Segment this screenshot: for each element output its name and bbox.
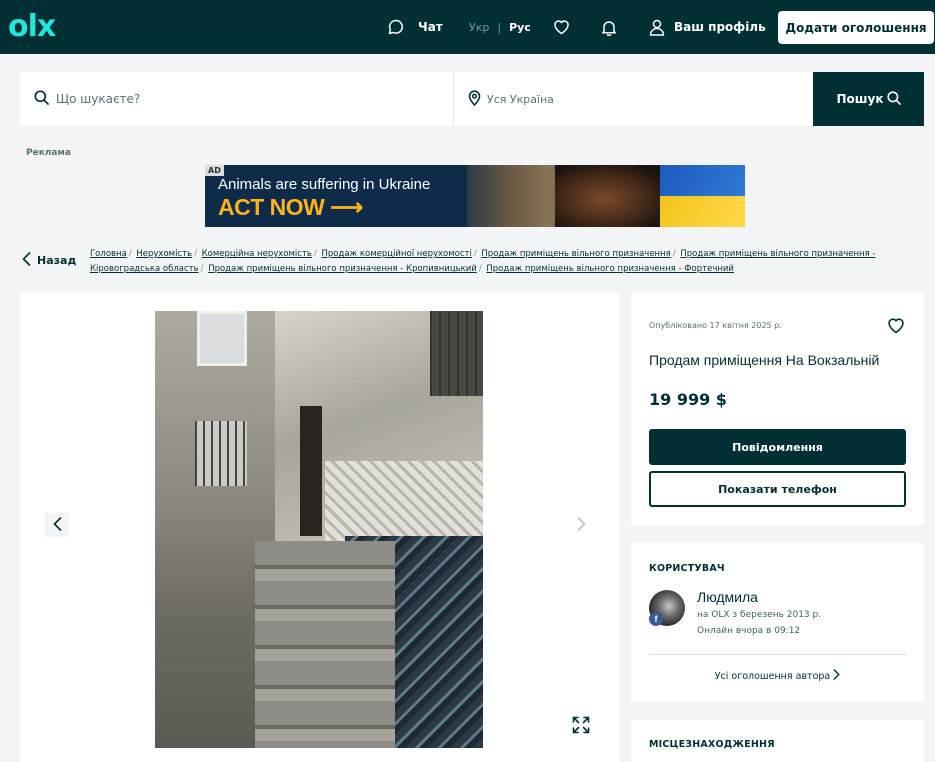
seller-section-title: КОРИСТУВАЧ [649, 563, 725, 574]
ad-label: Реклама [26, 148, 71, 158]
chevron-left-icon [53, 516, 62, 535]
heart-icon [887, 318, 905, 338]
user-icon [649, 19, 665, 36]
search-bar: Що шукаєте? Уся Україна Пошук [20, 72, 924, 126]
bell-icon [601, 19, 617, 36]
ad-tag: AD [205, 165, 224, 176]
photo-window-grille [430, 311, 483, 396]
search-icon [34, 90, 49, 108]
breadcrumb-separator: / [313, 249, 317, 259]
photo-gallery [20, 293, 619, 762]
photo-window [197, 311, 247, 366]
breadcrumb-item[interactable]: Продаж приміщень вільного призначення [481, 249, 670, 259]
language-switcher: Укр | Рус [469, 0, 531, 54]
breadcrumb-item[interactable]: Нерухомість [136, 249, 192, 259]
chat-icon [388, 19, 404, 35]
notifications-link[interactable] [601, 0, 617, 54]
search-icon [886, 90, 901, 108]
breadcrumb-separator: / [200, 264, 204, 274]
published-date: Опубліковано 17 квітня 2025 р. [649, 321, 782, 330]
photo-stairs [255, 541, 395, 748]
breadcrumb-item[interactable]: Продаж комерційної нерухомості [321, 249, 471, 259]
profile-link[interactable]: Ваш профіль [649, 0, 766, 54]
back-label: Назад [37, 254, 77, 267]
location-pin-icon [468, 89, 481, 109]
photo-window-grille [195, 421, 247, 486]
listing-photo[interactable] [155, 311, 483, 748]
location-input[interactable]: Уся Україна [453, 72, 813, 126]
breadcrumb-separator: / [128, 249, 132, 259]
banner-cta: ACT NOW ⟶ [218, 194, 363, 220]
lang-rus[interactable]: Рус [509, 21, 531, 34]
banner-headline: Animals are suffering in Ukraine [218, 176, 431, 193]
breadcrumb-item[interactable]: Продаж приміщень вільного призначення - … [208, 264, 477, 274]
heart-icon [553, 19, 570, 35]
listing-price: 19 999 $ [649, 390, 727, 409]
chat-link[interactable]: Чат [388, 0, 443, 54]
location-section-title: МІСЦЕЗНАХОДЖЕННЯ [649, 739, 775, 750]
prev-photo-button[interactable] [45, 513, 69, 537]
seller-card: КОРИСТУВАЧ f Людмила на OLX з березень 2… [631, 543, 924, 702]
breadcrumb-separator: / [194, 249, 197, 259]
back-link[interactable]: Назад [22, 252, 76, 269]
favorites-link[interactable] [553, 0, 570, 54]
breadcrumb-item[interactable]: Головна [90, 249, 127, 259]
facebook-icon: f [649, 612, 663, 626]
message-button[interactable]: Повідомлення [649, 429, 906, 465]
banner-flag-blue [660, 165, 745, 196]
photo-mosaic [325, 461, 483, 541]
all-seller-ads-link[interactable]: Усі оголошення автора [631, 669, 924, 683]
chevron-right-icon [577, 516, 586, 535]
chevron-right-icon [833, 669, 840, 683]
banner-dog-image [555, 165, 665, 227]
lang-separator: | [497, 20, 502, 34]
seller-member-since: на OLX з березень 2013 р. [697, 610, 822, 620]
breadcrumb-item[interactable]: Продаж приміщень вільного призначення - … [486, 264, 734, 274]
breadcrumb-separator: / [478, 264, 482, 274]
search-button-label: Пошук [836, 92, 884, 106]
listing-info-card: Опубліковано 17 квітня 2025 р. Продам пр… [631, 293, 924, 525]
location-placeholder: Уся Україна [487, 92, 554, 106]
search-input[interactable]: Що шукаєте? [20, 72, 452, 126]
location-card: МІСЦЕЗНАХОДЖЕННЯ [631, 720, 924, 762]
lang-ukr[interactable]: Укр [469, 21, 489, 34]
listing-title: Продам приміщення На Вокзальній [649, 352, 880, 368]
all-ads-label: Усі оголошення автора [714, 670, 831, 682]
chevron-left-icon [22, 252, 31, 269]
breadcrumb-item[interactable]: Комерційна нерухомість [202, 249, 312, 259]
divider [649, 654, 906, 655]
favorite-button[interactable] [887, 317, 905, 338]
profile-label: Ваш профіль [674, 20, 766, 34]
photo-door [300, 406, 322, 536]
next-photo-button[interactable] [569, 513, 593, 537]
add-listing-button[interactable]: Додати оголошення [778, 11, 934, 44]
banner-flag-yellow [660, 196, 745, 227]
seller-name[interactable]: Людмила [697, 589, 758, 605]
expand-icon [572, 716, 590, 738]
search-placeholder: Що шукаєте? [56, 92, 141, 106]
fullscreen-button[interactable] [569, 715, 593, 739]
breadcrumb-separator: / [473, 249, 477, 259]
top-header: olx Чат Укр | Рус Ваш профіль Додати ого… [0, 0, 935, 54]
ad-banner[interactable]: AD Animals are suffering in Ukraine ACT … [205, 165, 745, 227]
breadcrumb-separator: / [672, 249, 676, 259]
seller-last-online: Онлайн вчора в 09:12 [697, 626, 801, 636]
chat-label: Чат [418, 20, 443, 34]
breadcrumb: Головна / Нерухомість / Комерційна нерухом… [90, 247, 910, 277]
olx-logo[interactable]: olx [8, 10, 56, 44]
show-phone-button[interactable]: Показати телефон [649, 471, 906, 507]
search-button[interactable]: Пошук [813, 72, 924, 126]
